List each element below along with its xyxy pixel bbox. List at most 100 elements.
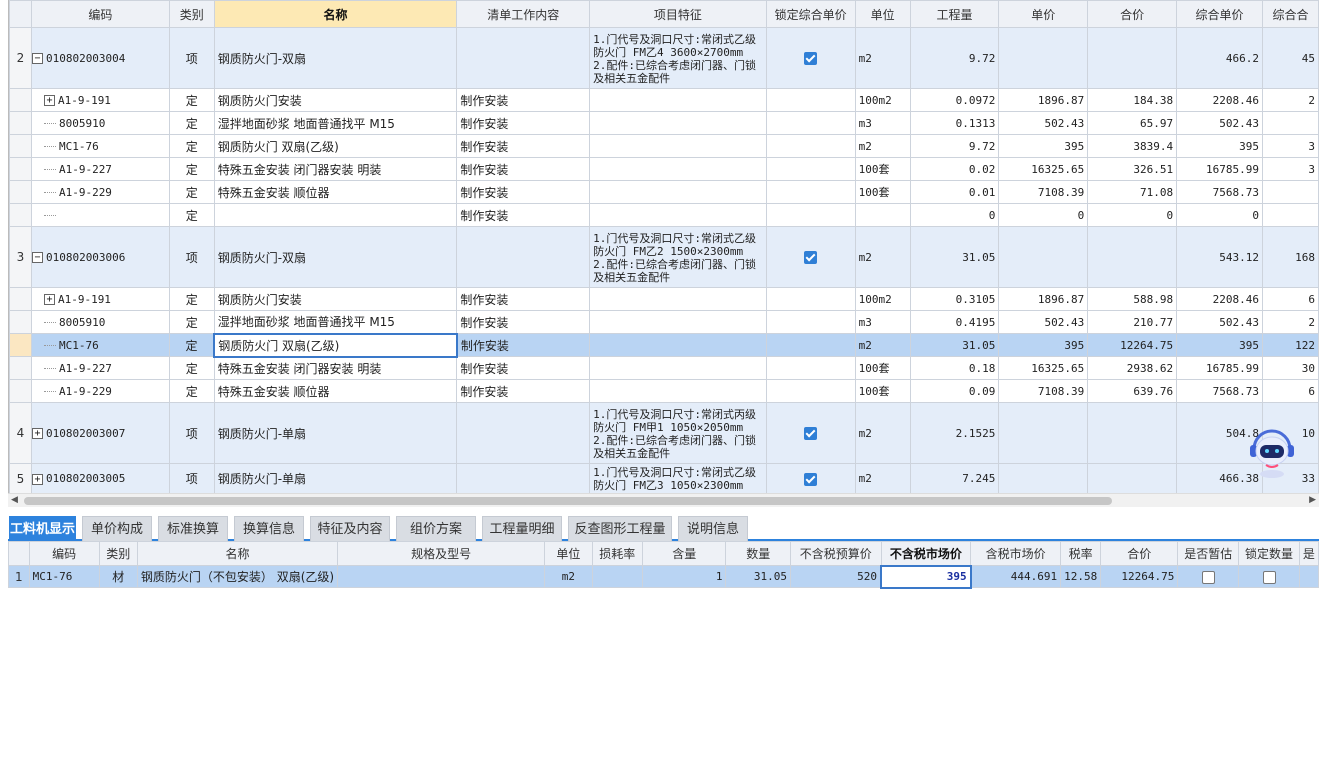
item-feature[interactable] — [589, 356, 767, 380]
column-header[interactable]: 合价 — [1087, 0, 1178, 28]
item-type[interactable]: 项 — [168, 463, 215, 493]
item-unit-price[interactable]: 502.43 — [998, 310, 1089, 334]
item-composite-price[interactable]: 502.43 — [1176, 111, 1263, 135]
work-content[interactable]: 制作安装 — [456, 203, 591, 227]
item-code[interactable]: MC1-76 — [30, 134, 170, 158]
item-composite-total[interactable]: 2 — [1261, 88, 1319, 112]
item-name[interactable]: 特殊五金安装 闭门器安装 明装 — [213, 356, 458, 380]
lock-price-checkbox[interactable] — [804, 472, 818, 486]
item-code[interactable]: 8005910 — [30, 111, 170, 135]
item-composite-total[interactable]: 6 — [1261, 379, 1319, 403]
work-content[interactable]: 制作安装 — [456, 134, 591, 158]
quota-row[interactable]: MC1-76 定钢质防火门 双扇(乙级) 制作安装 m2 31.05 395 12264.7… — [9, 332, 1319, 358]
item-unit[interactable]: 100套 — [854, 379, 911, 403]
item-composite-price[interactable]: 502.43 — [1176, 310, 1263, 334]
quota-row[interactable]: 定制作安装 0 0 0 0 — [9, 203, 1319, 227]
resource-type[interactable]: 材 — [98, 565, 138, 588]
work-content[interactable]: 制作安装 — [456, 379, 591, 403]
item-name[interactable] — [213, 203, 458, 227]
item-composite-price[interactable]: 543.12 — [1176, 226, 1263, 288]
item-composite-total[interactable] — [1261, 203, 1319, 227]
column-header[interactable]: 单价 — [998, 0, 1089, 28]
row-number[interactable] — [9, 356, 32, 380]
column-header[interactable] — [8, 541, 30, 566]
column-header[interactable]: 不含税预算价 — [790, 541, 882, 566]
item-unit-price[interactable]: 7108.39 — [998, 379, 1089, 403]
item-type[interactable]: 定 — [168, 333, 215, 357]
item-unit-price[interactable]: 0 — [998, 203, 1089, 227]
work-content[interactable]: 制作安装 — [456, 180, 591, 204]
item-type[interactable]: 项 — [168, 402, 215, 464]
item-unit-price[interactable]: 502.43 — [998, 111, 1089, 135]
item-type[interactable]: 定 — [168, 134, 215, 158]
item-unit-price[interactable] — [998, 226, 1089, 288]
item-code[interactable]: 8005910 — [30, 310, 170, 334]
work-content[interactable] — [456, 463, 591, 493]
item-unit-price[interactable] — [998, 27, 1089, 89]
row-number[interactable] — [9, 180, 32, 204]
item-feature[interactable]: 1.门代号及洞口尺寸:常闭式丙级防火门 FM甲1 1050×2050mm 2.配… — [589, 402, 767, 464]
item-name[interactable]: 特殊五金安装 闭门器安装 明装 — [213, 157, 458, 181]
expand-icon[interactable]: + — [32, 473, 43, 485]
item-code[interactable]: A1-9-229 — [30, 379, 170, 403]
item-total[interactable]: 3839.4 — [1087, 134, 1178, 158]
item-quantity[interactable]: 31.05 — [909, 226, 1000, 288]
item-unit-price[interactable]: 7108.39 — [998, 180, 1089, 204]
item-quantity[interactable]: 0.01 — [909, 180, 1000, 204]
work-content[interactable] — [456, 226, 591, 288]
lock-price-cell[interactable] — [765, 203, 856, 227]
column-header[interactable]: 名称 — [136, 541, 339, 566]
quota-row[interactable]: + A1-9-191 定钢质防火门安装 制作安装 100m2 0.0972 1896.87 1… — [9, 88, 1319, 112]
provisional-cell[interactable] — [1177, 565, 1240, 588]
item-name[interactable]: 钢质防火门安装 — [213, 287, 458, 311]
row-number[interactable]: 3 — [9, 226, 32, 288]
resource-budget-price[interactable]: 520 — [790, 565, 882, 588]
item-type[interactable]: 定 — [168, 157, 215, 181]
item-unit-price[interactable] — [998, 402, 1089, 464]
item-quantity[interactable]: 0.4195 — [909, 310, 1000, 334]
item-composite-total[interactable] — [1261, 111, 1319, 135]
column-header[interactable]: 锁定综合单价 — [765, 0, 856, 28]
work-content[interactable]: 制作安装 — [456, 310, 591, 334]
item-code[interactable]: MC1-76 — [30, 333, 170, 357]
row-number[interactable] — [9, 111, 32, 135]
lock-price-cell[interactable] — [765, 356, 856, 380]
quota-row[interactable]: 8005910 定湿拌地面砂浆 地面普通找平 M15 制作安装 m3 0.4195 502… — [9, 310, 1319, 334]
column-header[interactable]: 合价 — [1100, 541, 1179, 566]
item-composite-total[interactable]: 45 — [1261, 27, 1319, 89]
item-quantity[interactable]: 0.18 — [909, 356, 1000, 380]
lock-price-cell[interactable] — [765, 180, 856, 204]
item-quantity[interactable]: 9.72 — [909, 27, 1000, 89]
item-feature[interactable] — [589, 333, 767, 357]
expand-icon[interactable]: + — [43, 95, 55, 106]
column-header[interactable]: 税率 — [1060, 541, 1102, 566]
item-unit[interactable]: m2 — [854, 27, 911, 89]
item-code[interactable]: −010802003006 — [30, 226, 170, 288]
horizontal-scrollbar[interactable]: ◀ ▶ — [8, 493, 1319, 507]
item-unit-price[interactable]: 16325.65 — [998, 157, 1089, 181]
lock-price-checkbox[interactable] — [804, 251, 818, 264]
quota-row[interactable]: A1-9-227 定特殊五金安装 闭门器安装 明装 制作安装 100套 0.02 1632… — [9, 157, 1319, 181]
item-feature[interactable] — [589, 134, 767, 158]
item-total[interactable]: 210.77 — [1087, 310, 1178, 334]
item-type[interactable]: 定 — [168, 88, 215, 112]
item-unit-price[interactable]: 395 — [998, 134, 1089, 158]
resource-name[interactable]: 钢质防火门（不包安装） 双扇(乙级) — [136, 565, 339, 588]
item-feature[interactable]: 1.门代号及洞口尺寸:常闭式乙级防火门 FM乙4 3600×2700mm 2.配… — [589, 27, 767, 89]
item-unit[interactable]: m3 — [854, 111, 911, 135]
lock-price-cell[interactable] — [765, 402, 856, 464]
item-name[interactable]: 钢质防火门 双扇(乙级) — [213, 134, 458, 158]
item-composite-total[interactable]: 6 — [1261, 287, 1319, 311]
work-content[interactable]: 制作安装 — [456, 157, 591, 181]
item-composite-price[interactable]: 2208.46 — [1176, 287, 1263, 311]
item-type[interactable]: 定 — [168, 287, 215, 311]
item-quantity[interactable]: 0.09 — [909, 379, 1000, 403]
column-header[interactable]: 名称 — [213, 0, 458, 28]
lock-price-cell[interactable] — [765, 88, 856, 112]
item-composite-price[interactable]: 0 — [1176, 203, 1263, 227]
item-total[interactable]: 2938.62 — [1087, 356, 1178, 380]
item-unit[interactable]: m3 — [854, 310, 911, 334]
column-header[interactable]: 是否暂估 — [1177, 541, 1240, 566]
lock-price-cell[interactable] — [765, 27, 856, 89]
item-feature[interactable] — [589, 180, 767, 204]
